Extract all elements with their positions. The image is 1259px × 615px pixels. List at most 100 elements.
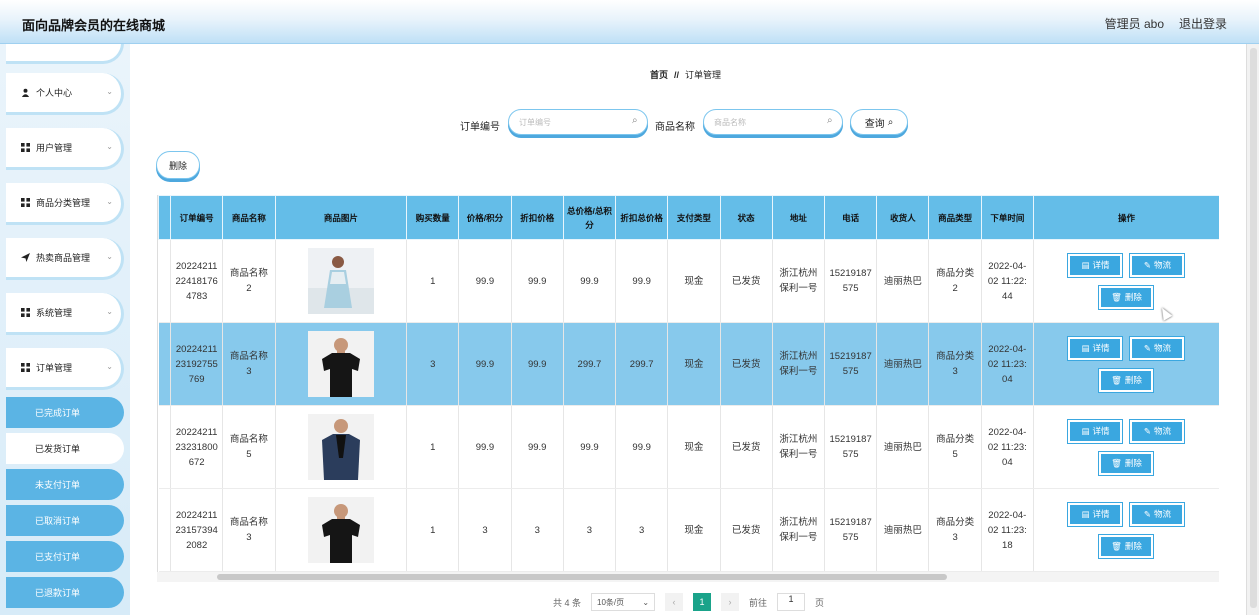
sidebar-subitem-shipped-orders[interactable]: 已发货订单 xyxy=(6,433,124,464)
table-row[interactable]: 20224211231573942082 商品名称3 1 3 3 3 3 现金 已发货 浙江杭州保… xyxy=(158,488,1219,572)
user-info[interactable]: 管理员 abo xyxy=(1105,15,1164,32)
logistics-button[interactable]: ✎ 物流 xyxy=(1129,335,1186,361)
query-button[interactable]: 查询 ⌕ xyxy=(850,109,908,135)
scrollbar-thumb[interactable] xyxy=(217,574,947,580)
cell-total: 299.7 xyxy=(563,322,617,406)
search-icon: ⌕ xyxy=(632,115,638,126)
detail-button[interactable]: ▤ 详情 xyxy=(1067,418,1124,444)
product-image-cell xyxy=(275,322,408,406)
sidebar-item-user-management[interactable]: 用户管理 ⌄ xyxy=(6,128,124,170)
table-row[interactable]: 2022421123192755769 商品名称3 3 99.9 99.9 299.7 29… xyxy=(158,322,1219,406)
sidebar-item-label: 个人中心 xyxy=(36,88,73,98)
sidebar-item-label: 商品分类管理 xyxy=(36,198,91,208)
row-cell-partial xyxy=(158,488,172,572)
cell-discount: 3 xyxy=(511,488,564,572)
detail-button[interactable]: ▤ 详情 xyxy=(1067,252,1124,278)
sidebar-item-category-management[interactable]: 商品分类管理 ⌄ xyxy=(6,183,124,225)
logistics-button[interactable]: ✎ 物流 xyxy=(1129,501,1186,527)
actions-cell: ▤ 详情 ✎ 物流 🗑 删除 xyxy=(1033,488,1219,572)
sidebar-subitem-refunded-orders[interactable]: 已退款订单 xyxy=(6,577,124,608)
scrollbar-thumb[interactable] xyxy=(1250,48,1257,608)
product-image[interactable] xyxy=(307,414,374,480)
logistics-label: 物流 xyxy=(1154,259,1172,270)
logistics-button[interactable]: ✎ 物流 xyxy=(1129,418,1186,444)
breadcrumb-home[interactable]: 首页 xyxy=(650,70,668,80)
grid-icon xyxy=(20,198,30,208)
cell-order: 2022421123192755769 xyxy=(170,322,224,406)
sidebar-item-order-management[interactable]: 订单管理 ⌄ xyxy=(6,348,124,390)
edit-icon: ✎ xyxy=(1143,342,1152,353)
product-name-input[interactable] xyxy=(703,109,843,135)
delete-label: 删除 xyxy=(1124,291,1142,302)
cell-qty: 3 xyxy=(406,322,460,406)
page-number-current[interactable]: 1 xyxy=(693,593,712,611)
search-icon: ⌕ xyxy=(887,116,894,128)
query-button-label: 查询 xyxy=(864,118,885,130)
cell-order: 20224211231573942082 xyxy=(170,488,224,572)
sidebar-item-system-management[interactable]: 系统管理 ⌄ xyxy=(6,293,124,335)
prev-page-button[interactable]: ‹ xyxy=(665,593,684,611)
column-header: 订单编号 xyxy=(170,195,224,240)
sidebar-item-hot-products[interactable]: 热卖商品管理 ⌄ xyxy=(6,238,124,280)
sidebar-subitem-completed-orders[interactable]: 已完成订单 xyxy=(6,397,124,428)
column-header: 价格/积分 xyxy=(458,195,512,240)
cell-qty: 1 xyxy=(406,488,460,572)
detail-label: 详情 xyxy=(1092,425,1110,436)
product-image[interactable] xyxy=(307,331,374,397)
logout-link[interactable]: 退出登录 xyxy=(1179,15,1227,32)
sidebar-subitem-paid-orders[interactable]: 已支付订单 xyxy=(6,541,124,572)
cell-phone: 15219187575 xyxy=(824,488,878,572)
cell-discount: 99.9 xyxy=(511,239,564,323)
grid-icon xyxy=(20,143,30,153)
sidebar-subitem-unpaid-orders[interactable]: 未支付订单 xyxy=(6,469,124,500)
logistics-label: 物流 xyxy=(1154,342,1172,353)
edit-icon: ✎ xyxy=(1143,425,1152,436)
row-cell-partial xyxy=(158,322,172,406)
trash-icon: 🗑 xyxy=(1111,291,1122,302)
cell-discount_total: 99.9 xyxy=(615,239,669,323)
trash-icon: 🗑 xyxy=(1111,457,1122,468)
batch-delete-button[interactable]: 删除 xyxy=(156,151,200,179)
cell-phone: 15219187575 xyxy=(824,322,878,406)
table-row[interactable]: 20224211224181764783 商品名称2 1 99.9 99.9 99.9 99… xyxy=(158,239,1219,323)
column-header: 总价格/总积分 xyxy=(562,195,617,240)
column-header: 收货人 xyxy=(876,195,930,240)
table-row[interactable]: 2022421123231800672 商品名称5 1 99.9 99.9 99.9 99.… xyxy=(158,405,1219,489)
vertical-scrollbar[interactable] xyxy=(1246,44,1259,615)
column-header: 购买数量 xyxy=(406,195,460,240)
column-header: 下单时间 xyxy=(980,195,1034,240)
cell-address: 浙江杭州保利一号 xyxy=(772,488,826,572)
delete-row-button[interactable]: 🗑 删除 xyxy=(1098,450,1155,476)
actions-cell: ▤ 详情 ✎ 物流 🗑 删除 xyxy=(1033,405,1219,489)
column-header: 折扣价格 xyxy=(510,195,564,240)
chevron-down-icon: ⌄ xyxy=(106,197,113,206)
cell-time: 2022-04-02 11:23:04 xyxy=(981,405,1034,489)
delete-label: 删除 xyxy=(1124,457,1142,468)
column-header: 电话 xyxy=(823,195,878,240)
cell-receiver: 迪丽热巴 xyxy=(876,239,930,323)
product-image[interactable] xyxy=(307,248,374,314)
delete-row-button[interactable]: 🗑 删除 xyxy=(1098,533,1155,559)
column-header: 商品名称 xyxy=(222,195,276,240)
delete-label: 删除 xyxy=(1124,540,1142,551)
delete-row-button[interactable]: 🗑 删除 xyxy=(1098,367,1155,393)
chevron-down-icon: ⌄ xyxy=(642,597,650,607)
product-image[interactable] xyxy=(307,497,374,563)
cell-price: 99.9 xyxy=(458,405,512,489)
detail-button[interactable]: ▤ 详情 xyxy=(1067,335,1124,361)
sidebar-item-personal-center[interactable]: 个人中心 ⌄ xyxy=(6,73,124,115)
delete-row-button[interactable]: 🗑 删除 xyxy=(1098,284,1155,310)
sidebar-item-top-partial[interactable] xyxy=(6,44,124,64)
detail-icon: ▤ xyxy=(1081,425,1090,436)
goto-page-input[interactable]: 1 xyxy=(777,593,806,611)
cell-type: 商品分类3 xyxy=(928,322,982,406)
next-page-button[interactable]: › xyxy=(721,593,740,611)
cell-name: 商品名称3 xyxy=(222,322,276,406)
order-number-input[interactable] xyxy=(508,109,648,135)
detail-button[interactable]: ▤ 详情 xyxy=(1067,501,1124,527)
trash-icon: 🗑 xyxy=(1111,374,1122,385)
sidebar-subitem-cancelled-orders[interactable]: 已取消订单 xyxy=(6,505,124,536)
logistics-button[interactable]: ✎ 物流 xyxy=(1129,252,1186,278)
horizontal-scrollbar[interactable] xyxy=(157,572,1219,582)
page-size-select[interactable]: 10条/页 ⌄ xyxy=(591,593,656,611)
